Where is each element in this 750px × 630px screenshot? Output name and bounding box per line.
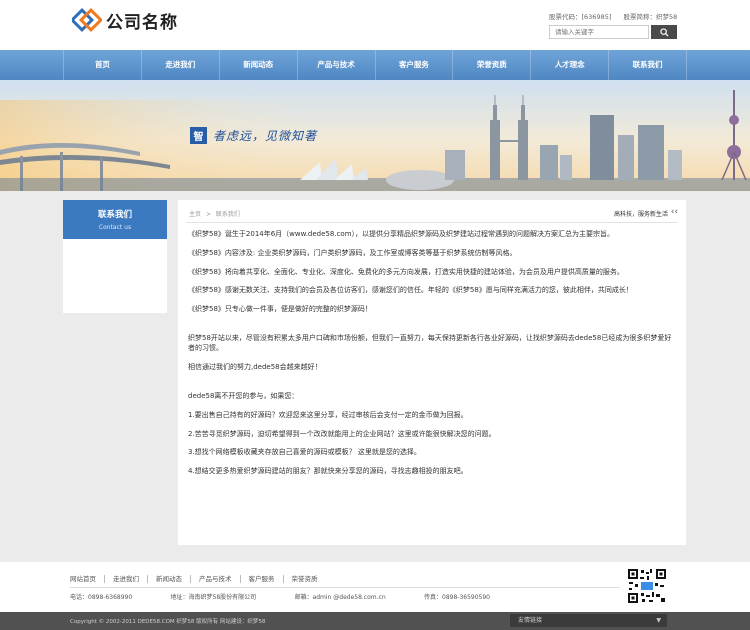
double-chevron-left-icon[interactable]: ‹‹ bbox=[671, 207, 678, 217]
article-list-item: 4.想结交更多热爱织梦源码建站的朋友？那就快来分享您的源码，寻找志趣相投的朋友吧… bbox=[188, 467, 468, 476]
footer-fax: 传真：0898-36590590 bbox=[424, 594, 490, 601]
search-button[interactable] bbox=[651, 25, 677, 39]
sidebar-title: 联系我们 bbox=[97, 210, 132, 220]
article-body: 《织梦58》诞生于2014年6月（www.dede58.com），以提供分享精品… bbox=[188, 229, 676, 485]
company-logo-icon[interactable] bbox=[72, 8, 102, 34]
article-paragraph: 织梦58开站以来，尽管没有积累太多用户口碑和市场份额，但我们一直努力，每天保持更… bbox=[188, 333, 672, 353]
chevron-down-icon: ▼ bbox=[656, 617, 661, 624]
slogan-mark: 智 bbox=[190, 127, 207, 144]
copyright-text: Copyright © 2002-2011 DEDE58.COM 织梦58 版权… bbox=[70, 619, 266, 625]
footer-divider bbox=[70, 587, 620, 588]
friend-links-label: 友情链接 bbox=[518, 617, 543, 624]
footer-contact: 电话：0898-6368990 地址：海南织梦58股份有限公司 邮箱：admin… bbox=[70, 592, 490, 601]
article-paragraph: 《织梦58》将向着共享化、全面化、专业化、深度化、免费化的多元方向发展，打造实用… bbox=[188, 267, 624, 276]
article-list-item: 3.想找个网络模板收藏夹存放自己喜爱的源码或模板？ 这里就是您的选择。 bbox=[188, 448, 421, 457]
article-paragraph: dede58离不开您的参与，如果您： bbox=[188, 392, 299, 401]
footer-links: 网站首页 走进我们 新闻动态 产品与技术 客户服务 荣誉资质 bbox=[70, 575, 326, 583]
footer-link-about[interactable]: 走进我们 bbox=[104, 575, 147, 583]
breadcrumb-home[interactable]: 主页 bbox=[189, 211, 201, 218]
sidebar: 联系我们 Contact us bbox=[63, 200, 167, 313]
breadcrumb-separator: > bbox=[205, 211, 211, 218]
footer-phone: 电话：0898-6368990 bbox=[70, 594, 133, 601]
nav-item-talent[interactable]: 人才理念 bbox=[530, 50, 608, 80]
article-list-item: 2.苦苦寻觅织梦源码，迫切希望得到一个改改就能用上的企业网站？这里或许能很快解决… bbox=[188, 429, 496, 438]
article-list-item: 1.要出售自己持有的好源码？欢迎您来这里分享，经过审核后会支付一定的金币做为回报… bbox=[188, 410, 468, 419]
friend-links-select[interactable]: 友情链接 ▼ bbox=[510, 614, 667, 627]
stock-info: 股票代码：[636985] 股票简称：织梦58 bbox=[549, 11, 687, 21]
breadcrumb-tagline: 高科技，服务新生活 bbox=[613, 211, 668, 218]
banner-slogan: 智 者虑远，见微知著 bbox=[190, 127, 317, 144]
copyright-bar: Copyright © 2002-2011 DEDE58.COM 织梦58 版权… bbox=[0, 612, 750, 630]
search-input[interactable] bbox=[549, 25, 649, 39]
article-paragraph: 《织梦58》诞生于2014年6月（www.dede58.com），以提供分享精品… bbox=[188, 230, 615, 238]
nav-items: 首页 走进我们 新闻动态 产品与技术 客户服务 荣誉资质 人才理念 联系我们 bbox=[63, 50, 687, 80]
main-nav: 首页 走进我们 新闻动态 产品与技术 客户服务 荣誉资质 人才理念 联系我们 bbox=[0, 50, 750, 80]
banner-image bbox=[0, 80, 750, 191]
site-header: 公司名称 股票代码：[636985] 股票简称：织梦58 bbox=[0, 0, 750, 50]
footer-address: 地址：海南织梦58股份有限公司 bbox=[170, 594, 257, 601]
search-icon bbox=[659, 27, 669, 37]
nav-item-home[interactable]: 首页 bbox=[63, 50, 141, 80]
footer-email: 邮箱：admin @dede58.com.cn bbox=[294, 594, 386, 601]
article-paragraph: 《织梦58》内容涉及: 企业类织梦源码，门户类织梦源码，及工作室或博客类等基于织… bbox=[188, 248, 517, 257]
sidebar-subtitle: Contact us bbox=[98, 224, 132, 231]
slogan-text: 者虑远，见微知著 bbox=[213, 129, 318, 143]
footer-link-products[interactable]: 产品与技术 bbox=[190, 575, 240, 583]
footer-link-home[interactable]: 网站首页 bbox=[70, 575, 104, 583]
nav-item-honors[interactable]: 荣誉资质 bbox=[452, 50, 530, 80]
stock-name: 股票简称：织梦58 bbox=[623, 13, 678, 21]
stock-code: 股票代码：[636985] bbox=[549, 13, 612, 21]
article-paragraph: 相信通过我们的努力,dede58会越来越好！ bbox=[188, 363, 322, 372]
breadcrumb-trail: 主页 > 联系我们 bbox=[189, 209, 243, 218]
footer-link-service[interactable]: 客户服务 bbox=[239, 575, 283, 583]
article-paragraph: 《织梦58》只专心做一件事，便是做好的完整的织梦源码！ bbox=[188, 305, 372, 314]
main-content: 主页 > 联系我们 高科技，服务新生活 ‹‹ 《织梦58》诞生于2014年6月（… bbox=[178, 200, 686, 545]
nav-item-service[interactable]: 客户服务 bbox=[374, 50, 453, 80]
company-name[interactable]: 公司名称 bbox=[106, 8, 178, 33]
article-paragraph: 《织梦58》感谢无数关注、支持我们的会员及各位访客们，感谢您们的信任。年轻的《织… bbox=[188, 286, 633, 295]
nav-item-news[interactable]: 新闻动态 bbox=[218, 50, 297, 80]
nav-item-about[interactable]: 走进我们 bbox=[140, 50, 219, 80]
city-skyline-illustration bbox=[0, 80, 750, 191]
qr-code-icon bbox=[627, 568, 667, 604]
nav-item-products[interactable]: 产品与技术 bbox=[296, 50, 375, 80]
breadcrumb-current[interactable]: 联系我们 bbox=[216, 211, 240, 218]
nav-item-contact[interactable]: 联系我们 bbox=[608, 50, 687, 80]
footer-link-honors[interactable]: 荣誉资质 bbox=[282, 575, 326, 583]
breadcrumb: 主页 > 联系我们 高科技，服务新生活 ‹‹ bbox=[186, 207, 678, 223]
sidebar-header[interactable]: 联系我们 Contact us bbox=[63, 200, 167, 239]
footer-link-news[interactable]: 新闻动态 bbox=[147, 575, 190, 583]
